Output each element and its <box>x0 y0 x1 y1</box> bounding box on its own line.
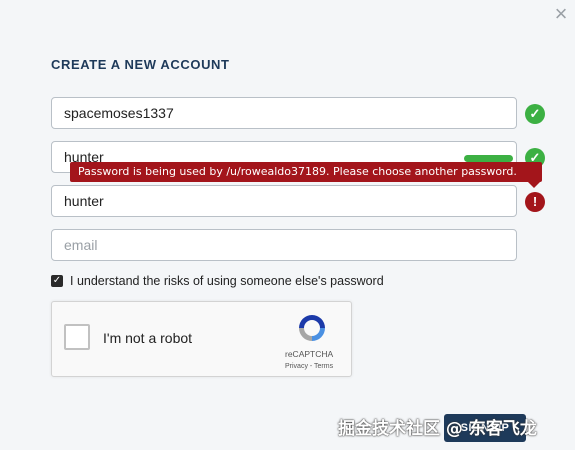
username-value: spacemoses1337 <box>64 105 174 121</box>
recaptcha-label: I'm not a robot <box>103 330 193 346</box>
recaptcha-logo-icon <box>299 315 325 341</box>
consent-checkbox-row[interactable]: ✓ I understand the risks of using someon… <box>51 273 384 289</box>
recaptcha-checkbox[interactable] <box>64 324 90 350</box>
consent-label: I understand the risks of using someone … <box>70 274 384 288</box>
username-valid-icon: ✓ <box>525 104 545 124</box>
password-strength-bar <box>464 155 513 162</box>
page-title: CREATE A NEW ACCOUNT <box>51 57 230 72</box>
close-icon: × <box>554 1 568 26</box>
password-confirm-input[interactable]: hunter <box>51 185 517 217</box>
recaptcha-brand: reCAPTCHA <box>285 349 334 359</box>
password-error-tooltip: Password is being used by /u/rowealdo371… <box>70 162 542 188</box>
username-input[interactable]: spacemoses1337 <box>51 97 517 129</box>
watermark: 掘金技术社区 @ 东客飞龙 <box>338 419 537 439</box>
email-field[interactable]: email <box>51 229 517 261</box>
email-placeholder: email <box>64 237 98 253</box>
password-error-icon: ! <box>525 192 545 212</box>
checkbox-checked-icon[interactable]: ✓ <box>51 275 63 287</box>
recaptcha-widget: I'm not a robot reCAPTCHA Privacy - Term… <box>51 301 352 377</box>
recaptcha-links[interactable]: Privacy - Terms <box>285 363 333 370</box>
close-button[interactable]: × <box>550 3 572 25</box>
password-confirm-value: hunter <box>64 193 104 209</box>
